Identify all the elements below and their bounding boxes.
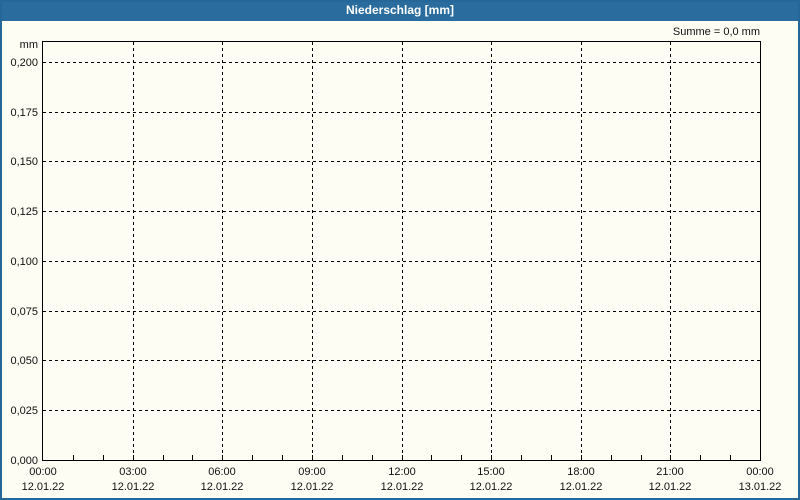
x-axis-tick (521, 455, 522, 460)
v-gridline (312, 42, 313, 460)
x-tick-time-label: 21:00 (656, 466, 684, 478)
x-axis-tick (402, 455, 403, 460)
x-tick-time-label: 18:00 (567, 466, 595, 478)
y-tick-label: 0,075 (10, 306, 38, 318)
x-tick-time-label: 03:00 (119, 466, 147, 478)
x-tick-date-label: 12.01.22 (200, 481, 244, 493)
y-tick-label: 0,150 (10, 156, 38, 168)
x-tick-date-label: 12.01.22 (559, 481, 603, 493)
x-tick-time-label: 06:00 (208, 466, 236, 478)
x-tick-date-label: 13.01.22 (738, 481, 782, 493)
x-tick-time-label: 00:00 (29, 466, 57, 478)
y-axis-unit-label: mm (19, 39, 38, 51)
y-tick-label: 0,100 (10, 256, 38, 268)
x-axis-tick (730, 455, 731, 460)
x-axis-tick (461, 455, 462, 460)
x-axis-tick (611, 455, 612, 460)
x-tick-time-label: 09:00 (298, 466, 326, 478)
x-tick-date-label: 12.01.22 (469, 481, 513, 493)
x-axis-tick (670, 455, 671, 460)
v-gridline (222, 42, 223, 460)
x-tick-date-label: 12.01.22 (648, 481, 692, 493)
x-axis-tick (342, 455, 343, 460)
x-tick-date-label: 12.01.22 (21, 481, 65, 493)
chart-title: Niederschlag [mm] (345, 3, 455, 17)
x-axis-tick (581, 455, 582, 460)
x-tick-time-label: 15:00 (477, 466, 505, 478)
x-tick-date-label: 12.01.22 (290, 481, 334, 493)
x-tick-time-label: 00:00 (746, 466, 774, 478)
x-tick-time-label: 12:00 (388, 466, 416, 478)
x-axis-tick (641, 455, 642, 460)
x-axis-tick (252, 455, 253, 460)
x-axis-tick (282, 455, 283, 460)
v-gridline (670, 42, 671, 460)
x-axis-tick (431, 455, 432, 460)
x-axis-tick (372, 455, 373, 460)
x-axis-tick (491, 455, 492, 460)
x-axis-tick (73, 455, 74, 460)
x-tick-date-label: 12.01.22 (380, 481, 424, 493)
y-tick-label: 0,125 (10, 206, 38, 218)
x-axis-tick (700, 455, 701, 460)
v-gridline (402, 42, 403, 460)
y-tick-label: 0,025 (10, 405, 38, 417)
v-gridline (581, 42, 582, 460)
y-tick-label: 0,050 (10, 355, 38, 367)
x-axis-tick (551, 455, 552, 460)
plot-area (42, 41, 761, 461)
y-tick-label: 0,175 (10, 107, 38, 119)
x-tick-date-label: 12.01.22 (111, 481, 155, 493)
x-axis-tick (103, 455, 104, 460)
chart-title-bar: Niederschlag [mm] (2, 2, 798, 21)
v-gridline (491, 42, 492, 460)
sum-label: Summe = 0,0 mm (672, 26, 760, 38)
v-gridline (133, 42, 134, 460)
x-axis-tick (222, 455, 223, 460)
x-axis-tick (133, 455, 134, 460)
x-axis-tick (163, 455, 164, 460)
chart-window: Niederschlag [mm] Summe = 0,0 mm mm 0,00… (0, 0, 800, 500)
x-axis-tick (312, 455, 313, 460)
y-tick-label: 0,200 (10, 57, 38, 69)
x-axis-tick (192, 455, 193, 460)
